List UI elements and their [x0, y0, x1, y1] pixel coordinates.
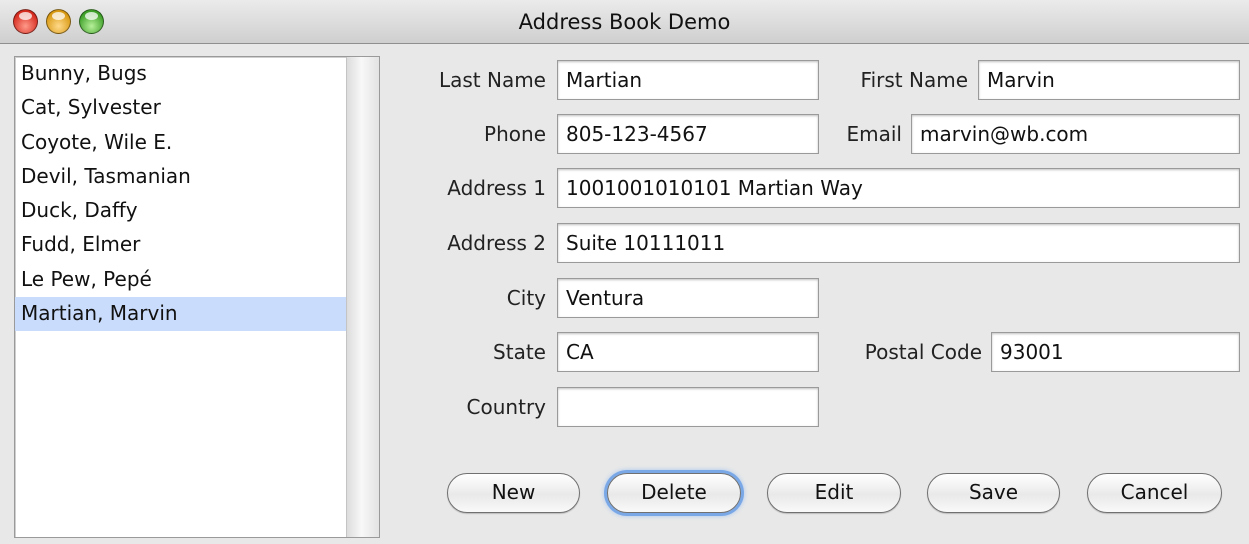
- new-button[interactable]: New: [447, 473, 580, 513]
- list-item[interactable]: Duck, Daffy: [15, 194, 347, 228]
- phone-label: Phone: [484, 122, 546, 146]
- address-1-label: Address 1: [447, 176, 546, 200]
- last-name-label: Last Name: [438, 68, 546, 92]
- list-scrollbar[interactable]: [346, 57, 379, 537]
- list-item[interactable]: Cat, Sylvester: [15, 91, 347, 125]
- close-window-button[interactable]: [13, 9, 38, 34]
- window-title: Address Book Demo: [518, 10, 731, 34]
- country-field[interactable]: [557, 387, 819, 427]
- email-label: Email: [846, 122, 903, 146]
- state-field[interactable]: CA: [557, 332, 819, 372]
- city-field[interactable]: Ventura: [557, 278, 819, 318]
- contact-list[interactable]: Bunny, Bugs Cat, Sylvester Coyote, Wile …: [14, 56, 380, 538]
- edit-button[interactable]: Edit: [767, 473, 901, 513]
- delete-button[interactable]: Delete: [607, 473, 741, 513]
- city-label: City: [506, 286, 546, 310]
- list-item[interactable]: Bunny, Bugs: [15, 57, 347, 91]
- list-item[interactable]: Devil, Tasmanian: [15, 160, 347, 194]
- list-item[interactable]: Le Pew, Pepé: [15, 263, 347, 297]
- zoom-window-button[interactable]: [79, 9, 104, 34]
- address-1-field[interactable]: 1001001010101 Martian Way: [557, 168, 1240, 208]
- cancel-button[interactable]: Cancel: [1087, 473, 1222, 513]
- postal-code-label: Postal Code: [864, 340, 982, 364]
- list-item[interactable]: Fudd, Elmer: [15, 228, 347, 262]
- first-name-label: First Name: [860, 68, 968, 92]
- save-button[interactable]: Save: [927, 473, 1060, 513]
- title-bar: Address Book Demo: [0, 0, 1249, 44]
- list-item-selected[interactable]: Martian, Marvin: [15, 297, 347, 332]
- state-label: State: [493, 340, 546, 364]
- postal-code-field[interactable]: 93001: [991, 332, 1240, 372]
- first-name-field[interactable]: Marvin: [978, 60, 1240, 100]
- address-book-window: Address Book Demo Bunny, Bugs Cat, Sylve…: [0, 0, 1249, 544]
- address-2-field[interactable]: Suite 10111011: [557, 223, 1240, 263]
- country-label: Country: [466, 395, 546, 419]
- email-field[interactable]: marvin@wb.com: [911, 114, 1240, 154]
- list-item[interactable]: Coyote, Wile E.: [15, 126, 347, 160]
- phone-field[interactable]: 805-123-4567: [557, 114, 819, 154]
- address-2-label: Address 2: [447, 231, 546, 255]
- last-name-field[interactable]: Martian: [557, 60, 819, 100]
- minimize-window-button[interactable]: [46, 9, 71, 34]
